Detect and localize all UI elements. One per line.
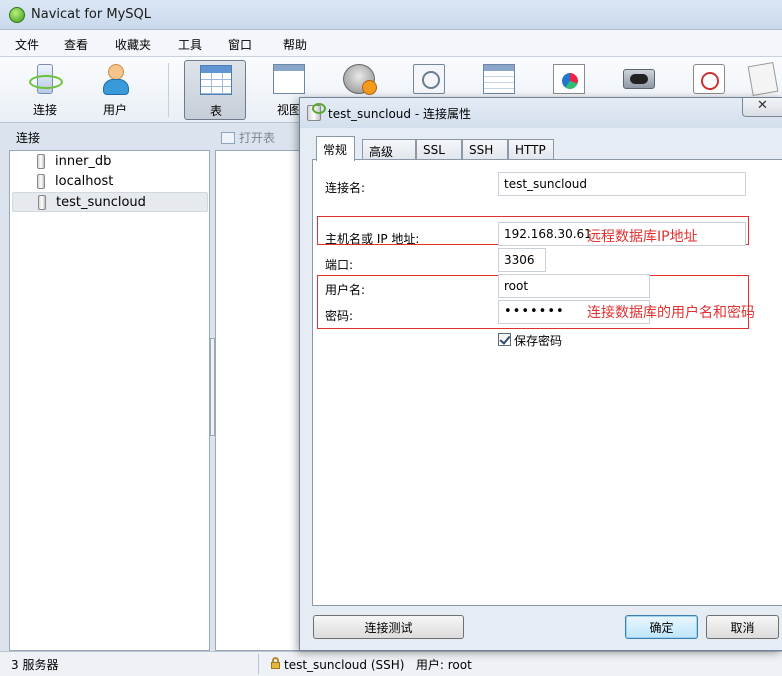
table-button[interactable]: 表 <box>184 60 246 120</box>
function-icon <box>343 64 377 95</box>
table-button-label: 表 <box>209 104 222 118</box>
navicat-logo-icon <box>9 7 25 23</box>
database-connection-icon <box>37 154 45 169</box>
backup-icon <box>623 69 655 89</box>
credentials-annotation: 连接数据库的用户名和密码 <box>587 305 755 321</box>
save-password-checkbox[interactable] <box>498 333 511 346</box>
test-connection-button[interactable]: 连接测试 <box>313 615 464 639</box>
model-icon <box>747 61 779 97</box>
menu-view[interactable]: 查看 <box>64 36 88 53</box>
ok-button[interactable]: 确定 <box>625 615 698 639</box>
status-connection-info: test_suncloud (SSH) 用户: root <box>284 658 472 672</box>
tree-item-test-suncloud[interactable]: test_suncloud <box>12 192 208 212</box>
connection-icon <box>29 64 63 94</box>
port-label: 端口: <box>325 258 354 272</box>
connection-button-label: 连接 <box>32 103 57 117</box>
tree-item-inner-db[interactable]: inner_db <box>12 152 208 172</box>
connection-tree[interactable]: inner_db localhost test_suncloud <box>9 150 210 651</box>
menu-file[interactable]: 文件 <box>15 36 39 53</box>
tree-item-label: localhost <box>55 174 114 189</box>
event-icon <box>413 64 445 94</box>
dialog-title-bar[interactable]: test_suncloud - 连接属性 ✕ <box>300 98 782 128</box>
save-password-label: 保存密码 <box>514 334 563 348</box>
open-table-label: 打开表 <box>239 131 276 145</box>
close-button[interactable]: ✕ <box>742 98 782 117</box>
user-icon <box>99 64 131 95</box>
dialog-title: test_suncloud - 连接属性 <box>328 107 471 121</box>
tab-advanced[interactable]: 高级 <box>362 139 416 160</box>
tab-general[interactable]: 常规 <box>316 136 355 161</box>
query-icon <box>483 64 515 94</box>
database-connection-icon <box>37 174 45 189</box>
host-label: 主机名或 IP 地址: <box>325 232 420 246</box>
user-button-label: 用户 <box>102 103 127 117</box>
connection-name-label: 连接名: <box>325 181 366 195</box>
close-icon: ✕ <box>757 98 768 113</box>
host-annotation: 远程数据库IP地址 <box>587 229 698 245</box>
toolbar-separator <box>168 63 169 117</box>
connection-icon <box>307 103 326 121</box>
username-label: 用户名: <box>325 283 366 297</box>
menu-tools[interactable]: 工具 <box>178 36 202 53</box>
open-table-button[interactable]: 打开表 <box>221 129 275 146</box>
object-list-area[interactable] <box>215 150 305 651</box>
menu-bar: 文件 查看 收藏夹 工具 窗口 帮助 <box>0 30 782 57</box>
connection-name-input[interactable]: test_suncloud <box>498 172 746 196</box>
cancel-button[interactable]: 取消 <box>706 615 779 639</box>
view-icon <box>273 64 305 94</box>
menu-help[interactable]: 帮助 <box>283 36 307 53</box>
title-bar: Navicat for MySQL <box>0 0 782 30</box>
lock-icon <box>271 657 280 669</box>
connection-panel-header: 连接 <box>16 131 41 145</box>
tree-item-label: inner_db <box>55 154 112 169</box>
password-label: 密码: <box>325 309 354 323</box>
menu-favorites[interactable]: 收藏夹 <box>115 36 151 53</box>
user-button[interactable]: 用户 <box>84 60 146 120</box>
server-count: 3 服务器 <box>11 658 59 672</box>
table-icon <box>200 65 232 95</box>
window-title: Navicat for MySQL <box>31 7 151 22</box>
open-table-icon <box>221 132 235 144</box>
connection-properties-dialog: test_suncloud - 连接属性 ✕ 常规 高级 SSL SSH HTT… <box>299 97 782 651</box>
connection-button[interactable]: 连接 <box>14 60 76 120</box>
tab-ssl[interactable]: SSL <box>416 139 462 160</box>
database-connection-icon <box>38 195 46 210</box>
status-bar: 3 服务器 test_suncloud (SSH) 用户: root <box>0 651 782 676</box>
port-input[interactable]: 3306 <box>498 248 546 272</box>
tab-http[interactable]: HTTP <box>508 139 554 160</box>
tab-ssh[interactable]: SSH <box>462 139 508 160</box>
status-divider <box>258 654 259 674</box>
tree-item-localhost[interactable]: localhost <box>12 172 208 192</box>
username-input[interactable]: root <box>498 274 650 298</box>
general-tab-panel: 连接名: test_suncloud 主机名或 IP 地址: 192.168.3… <box>312 159 782 606</box>
report-icon <box>553 64 585 94</box>
menu-window[interactable]: 窗口 <box>228 36 252 53</box>
tree-item-label: test_suncloud <box>56 195 146 210</box>
schedule-icon <box>693 64 725 94</box>
